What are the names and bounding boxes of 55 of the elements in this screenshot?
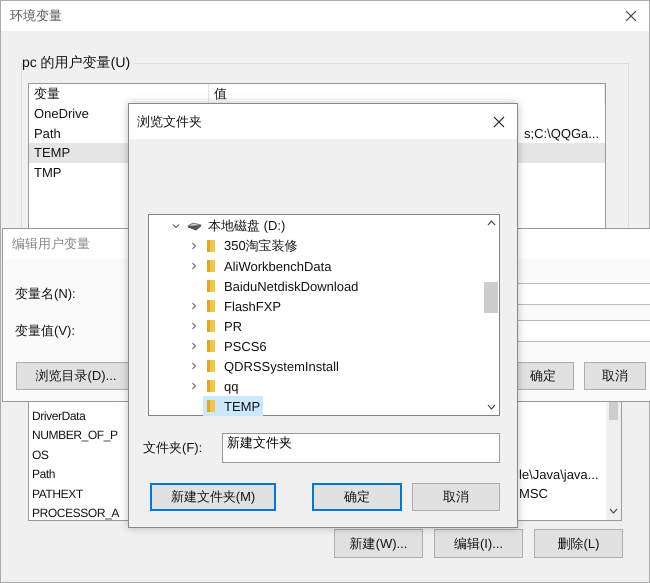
- field-label: 文件夹(F):: [143, 439, 204, 457]
- dialog-button[interactable]: 确定: [312, 483, 402, 511]
- dialog-button[interactable]: 编辑(I)...: [434, 529, 523, 558]
- chevron-down-icon[interactable]: [171, 221, 181, 231]
- variable-value: le\Java\java...: [519, 466, 600, 482]
- variable-name: TEMP: [34, 145, 70, 160]
- dialog-title: 浏览文件夹: [137, 112, 202, 130]
- chevron-right-icon[interactable]: [189, 381, 199, 391]
- chevron-right-icon[interactable]: [189, 301, 199, 311]
- dialog-button[interactable]: 删除(L): [534, 529, 623, 558]
- dialog-button[interactable]: 新建文件夹(M): [150, 483, 276, 511]
- folder-icon: [206, 259, 216, 273]
- drive-icon: [187, 221, 202, 231]
- folder-icon: [206, 319, 216, 333]
- chevron-down-icon[interactable]: [609, 508, 618, 514]
- folder-icon: [206, 299, 216, 313]
- field-label: 变量名(N):: [14, 285, 77, 303]
- chevron-right-icon[interactable]: [189, 261, 199, 271]
- chevron-up-icon[interactable]: [486, 220, 496, 226]
- folder-icon: [206, 339, 216, 353]
- variable-name: Path: [32, 467, 56, 482]
- tree-item[interactable]: FlashFXP: [149, 296, 483, 316]
- tree-item[interactable]: AliWorkbenchData: [149, 256, 483, 276]
- window-title: 环境变量: [10, 7, 62, 25]
- tree-item[interactable]: BaiduNetdiskDownload: [149, 276, 483, 296]
- scrollbar-thumb[interactable]: [484, 282, 498, 313]
- variable-value: s;C:\QQGa...: [524, 126, 600, 141]
- folder-icon: [206, 239, 216, 253]
- tree-item[interactable]: PR: [149, 316, 483, 336]
- chevron-right-icon[interactable]: [189, 321, 199, 331]
- close-icon[interactable]: [493, 116, 505, 128]
- chevron-right-icon[interactable]: [189, 341, 199, 351]
- scrollbar-thumb[interactable]: [609, 402, 618, 420]
- tree-item[interactable]: 350淘宝装修: [149, 236, 483, 256]
- folder-icon: [206, 379, 216, 393]
- tree-item[interactable]: TEMP: [149, 396, 483, 416]
- folder-icon: [206, 279, 216, 293]
- group-label: pc 的用户变量(U): [22, 54, 134, 72]
- folder-icon: [206, 359, 216, 373]
- folder-icon: [206, 399, 216, 413]
- tree-item[interactable]: qq: [149, 376, 483, 396]
- tree-item[interactable]: QDRSSystemInstall: [149, 356, 483, 376]
- chevron-right-icon[interactable]: [189, 241, 199, 251]
- field-label: 变量值(V):: [14, 322, 76, 340]
- dialog-button[interactable]: 取消: [584, 362, 646, 390]
- dialog-button[interactable]: 新建(W)...: [334, 529, 423, 558]
- dialog-button[interactable]: 取消: [412, 483, 500, 511]
- close-icon[interactable]: [625, 10, 637, 22]
- tree-item[interactable]: PSCS6: [149, 336, 483, 356]
- chevron-right-icon[interactable]: [189, 361, 199, 371]
- input-field[interactable]: 新建文件夹: [222, 433, 500, 463]
- chevron-down-icon[interactable]: [486, 404, 496, 410]
- variable-name: PROCESSOR_A: [32, 506, 119, 520]
- variable-name: TMP: [34, 164, 62, 180]
- variable-name: Path: [34, 126, 61, 141]
